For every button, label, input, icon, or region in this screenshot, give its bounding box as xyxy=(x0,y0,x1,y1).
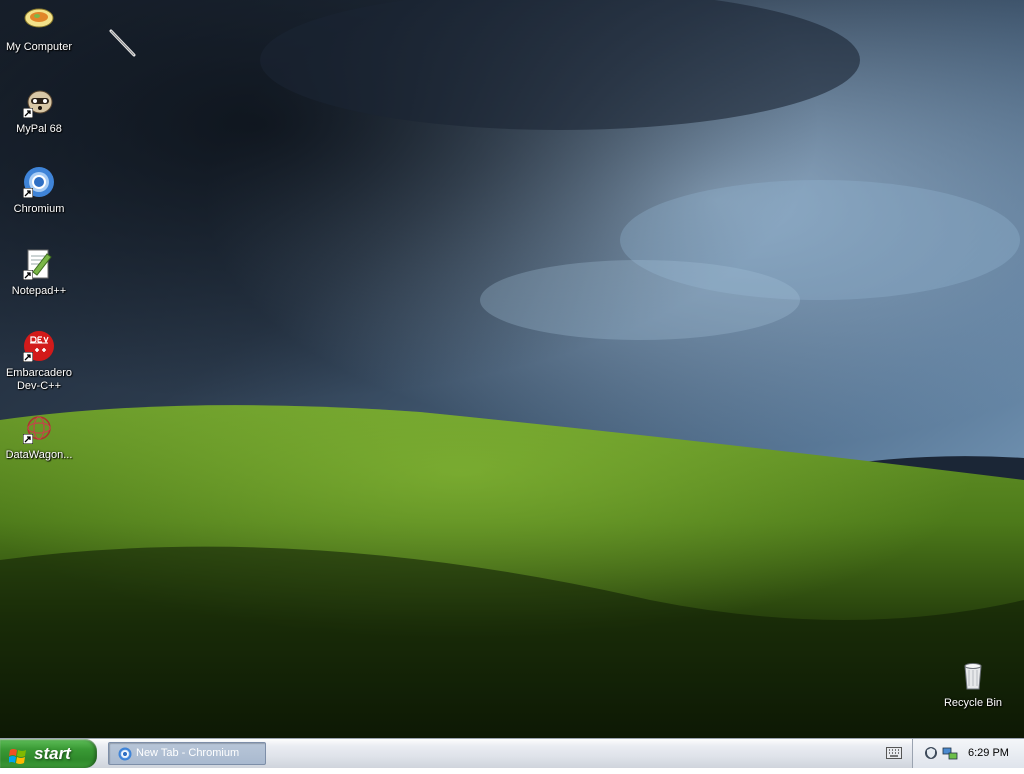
desktop-icon-notepadpp[interactable]: Notepad++ xyxy=(0,248,78,298)
chromium-icon xyxy=(23,166,55,198)
notepad-plus-plus-icon xyxy=(23,248,55,280)
desktop-icon-devcpp[interactable]: Embarcadero Dev-C++ xyxy=(0,330,78,393)
wallpaper xyxy=(0,0,1024,738)
desktop-icon-label: MyPal 68 xyxy=(16,123,62,135)
desktop-icon-label: Chromium xyxy=(13,203,65,215)
desktop-icon-datawagon[interactable]: DataWagon... xyxy=(0,412,78,462)
recycle-bin-icon xyxy=(957,660,989,692)
shortcut-arrow-icon xyxy=(23,108,33,118)
shortcut-arrow-icon xyxy=(23,434,33,444)
start-label: start xyxy=(34,744,71,763)
taskbar-button-chromium[interactable]: New Tab - Chromium xyxy=(108,742,266,765)
desktop: My Computer MyPal 68 Chromium Notepad++ … xyxy=(0,0,1024,738)
desktop-icon-my-computer[interactable]: My Computer xyxy=(0,4,78,54)
desktop-icon-chromium[interactable]: Chromium xyxy=(0,166,78,216)
desktop-icon-label: Notepad++ xyxy=(11,285,67,297)
my-computer-icon xyxy=(23,4,55,36)
taskbar: start New Tab - Chromium 6:29 PM xyxy=(0,738,1024,768)
network-icon[interactable] xyxy=(942,745,958,764)
shortcut-arrow-icon xyxy=(23,270,33,280)
datawagon-icon xyxy=(23,412,55,444)
desktop-icon-label: Recycle Bin xyxy=(943,697,1003,709)
desktop-icon-recycle-bin[interactable]: Recycle Bin xyxy=(934,660,1012,710)
start-button[interactable]: start xyxy=(0,739,97,768)
desktop-icon-label: Embarcadero Dev-C++ xyxy=(5,367,73,392)
shortcut-arrow-icon xyxy=(23,188,33,198)
security-shield-icon[interactable] xyxy=(924,746,938,763)
pen-cursor-icon xyxy=(108,28,138,61)
shortcut-arrow-icon xyxy=(23,352,33,362)
dev-cpp-icon xyxy=(23,330,55,362)
system-tray: 6:29 PM xyxy=(912,739,1024,768)
keyboard-icon[interactable] xyxy=(886,747,902,762)
desktop-icon-label: DataWagon... xyxy=(5,449,73,461)
desktop-icon-label: My Computer xyxy=(5,41,73,53)
clock[interactable]: 6:29 PM xyxy=(968,739,1009,768)
desktop-icon-mypal[interactable]: MyPal 68 xyxy=(0,86,78,136)
windows-logo-icon xyxy=(8,745,27,774)
chromium-icon xyxy=(118,747,132,764)
task-label: New Tab - Chromium xyxy=(136,747,240,759)
mypal-raccoon-icon xyxy=(23,86,55,118)
